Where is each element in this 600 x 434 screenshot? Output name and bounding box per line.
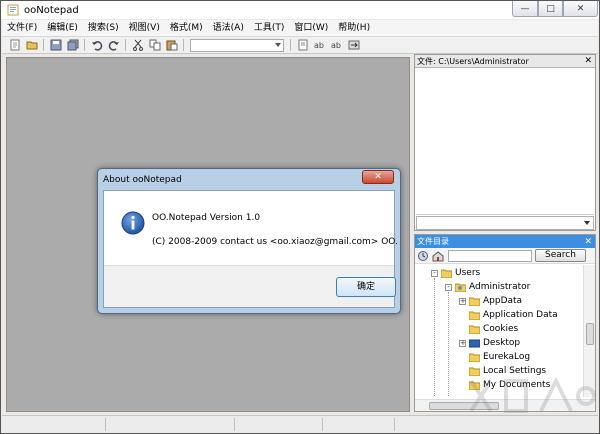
collapse-icon[interactable]: - — [431, 269, 438, 277]
about-version-text: OO.Notepad Version 1.0 — [152, 213, 261, 223]
directory-panel-title: 文件目录 — [417, 237, 449, 246]
find-icon[interactable] — [296, 39, 309, 51]
about-dialog-title: About ooNotepad — [103, 174, 182, 185]
tree-node-label: EurekaLog — [483, 352, 531, 362]
redo-icon[interactable] — [107, 39, 120, 51]
tree-node-appdata[interactable]: + AppData — [459, 294, 522, 308]
menu-edit[interactable]: 编辑(E) — [42, 20, 83, 37]
folder-icon — [469, 297, 480, 306]
undo-icon[interactable] — [90, 39, 103, 51]
toolbar-separator — [290, 39, 291, 51]
refresh-icon[interactable] — [417, 250, 429, 262]
folder-icon — [469, 325, 480, 334]
status-divider — [394, 418, 395, 431]
folder-icon — [469, 353, 480, 362]
chevron-down-icon — [275, 42, 281, 47]
file-panel-path: 文件: C:\Users\Administrator — [417, 56, 529, 66]
menu-syntax[interactable]: 语法(A) — [208, 20, 249, 37]
new-file-icon[interactable] — [8, 39, 21, 51]
desktop-icon — [469, 339, 480, 347]
menu-file[interactable]: 文件(F) — [2, 20, 42, 37]
tree-node-eurekalog[interactable]: EurekaLog — [469, 350, 530, 364]
window-title: ooNotepad — [24, 4, 79, 16]
home-icon[interactable] — [432, 250, 444, 262]
search-button[interactable]: Search — [535, 249, 586, 262]
close-icon[interactable]: ✕ — [584, 237, 592, 247]
open-file-icon[interactable] — [25, 39, 38, 51]
menu-help[interactable]: 帮助(H) — [333, 20, 375, 37]
toolbar-separator — [183, 39, 184, 51]
info-icon — [121, 211, 145, 235]
menu-format[interactable]: 格式(M) — [165, 20, 208, 37]
close-icon[interactable]: ✕ — [584, 56, 592, 66]
about-dialog: About ooNotepad ✕ OO.Notepad Version 1.0… — [97, 168, 401, 314]
menu-search[interactable]: 搜索(S) — [83, 20, 124, 37]
file-list[interactable] — [416, 69, 594, 215]
svg-text:ab: ab — [314, 41, 324, 50]
tree-node-cookies[interactable]: Cookies — [469, 322, 518, 336]
expand-icon[interactable]: + — [459, 297, 466, 305]
save-all-icon[interactable] — [66, 39, 79, 51]
svg-text:ab: ab — [331, 41, 341, 50]
tree-node-label: Desktop — [483, 338, 521, 348]
tree-node-administrator[interactable]: - Administrator — [445, 280, 530, 294]
file-panel-header: 文件: C:\Users\Administrator ✕ — [415, 55, 595, 68]
tree-node-users[interactable]: - Users — [431, 266, 480, 280]
status-divider — [322, 418, 323, 431]
scrollbar-thumb[interactable] — [586, 323, 594, 345]
user-folder-icon — [455, 283, 466, 292]
folder-icon — [469, 311, 480, 320]
dialog-close-button[interactable]: ✕ — [362, 170, 394, 184]
tree-node-label: Cookies — [483, 324, 519, 334]
tree-node-label: AppData — [483, 296, 523, 306]
about-dialog-footer: 确定 — [104, 265, 396, 307]
expand-icon[interactable]: + — [459, 339, 466, 347]
cut-icon[interactable] — [131, 39, 144, 51]
folder-icon — [441, 269, 452, 278]
directory-toolbar: Search — [415, 248, 595, 264]
toolbar: ab ab — [2, 37, 598, 54]
menu-view[interactable]: 视图(V) — [124, 20, 165, 37]
menu-tools[interactable]: 工具(T) — [249, 20, 290, 37]
tree-node-application-data[interactable]: Application Data — [469, 308, 558, 322]
toolbar-combo[interactable] — [190, 38, 284, 52]
goto-icon[interactable] — [347, 39, 360, 51]
find-next-icon[interactable]: ab — [330, 39, 343, 51]
app-window: ooNotepad — □ ✕ 文件(F) 编辑(E) 搜索(S) 视图(V) … — [0, 0, 600, 434]
replace-icon[interactable]: ab — [313, 39, 326, 51]
about-dialog-titlebar: About ooNotepad — [98, 169, 400, 190]
collapse-icon[interactable]: - — [445, 283, 452, 291]
tree-node-label: Application Data — [483, 310, 558, 320]
minimize-button[interactable]: — — [512, 1, 538, 17]
paste-icon[interactable] — [165, 39, 178, 51]
directory-search-input[interactable] — [448, 249, 532, 262]
app-icon — [7, 4, 19, 16]
about-dialog-body: OO.Notepad Version 1.0 (C) 2008-2009 con… — [103, 190, 398, 308]
tree-node-label: Users — [455, 268, 481, 278]
title-bar: ooNotepad — □ ✕ — [1, 1, 599, 19]
copy-icon[interactable] — [148, 39, 161, 51]
toolbar-separator — [125, 39, 126, 51]
about-copyright-text: (C) 2008-2009 contact us <oo.xiaoz@gmail… — [152, 237, 398, 247]
ok-button[interactable]: 确定 — [336, 277, 396, 297]
toolbar-separator — [84, 39, 85, 51]
status-divider — [105, 418, 106, 431]
menu-window[interactable]: 窗口(W) — [289, 20, 333, 37]
directory-panel-header: 文件目录 ✕ — [415, 235, 595, 248]
toolbar-separator — [43, 39, 44, 51]
watermark-graphic — [469, 376, 596, 413]
save-icon[interactable] — [49, 39, 62, 51]
chevron-down-icon — [584, 221, 590, 225]
file-panel: 文件: C:\Users\Administrator ✕ — [414, 54, 596, 231]
tree-node-desktop[interactable]: + Desktop — [459, 336, 520, 350]
maximize-button[interactable]: □ — [538, 1, 563, 17]
close-button[interactable]: ✕ — [563, 1, 598, 17]
file-filter-combo[interactable] — [416, 216, 594, 230]
tree-line — [434, 278, 435, 397]
status-divider — [234, 418, 235, 431]
tree-node-label: Administrator — [469, 282, 531, 292]
menu-bar: 文件(F) 编辑(E) 搜索(S) 视图(V) 格式(M) 语法(A) 工具(T… — [2, 20, 598, 37]
tree-line — [448, 292, 449, 397]
